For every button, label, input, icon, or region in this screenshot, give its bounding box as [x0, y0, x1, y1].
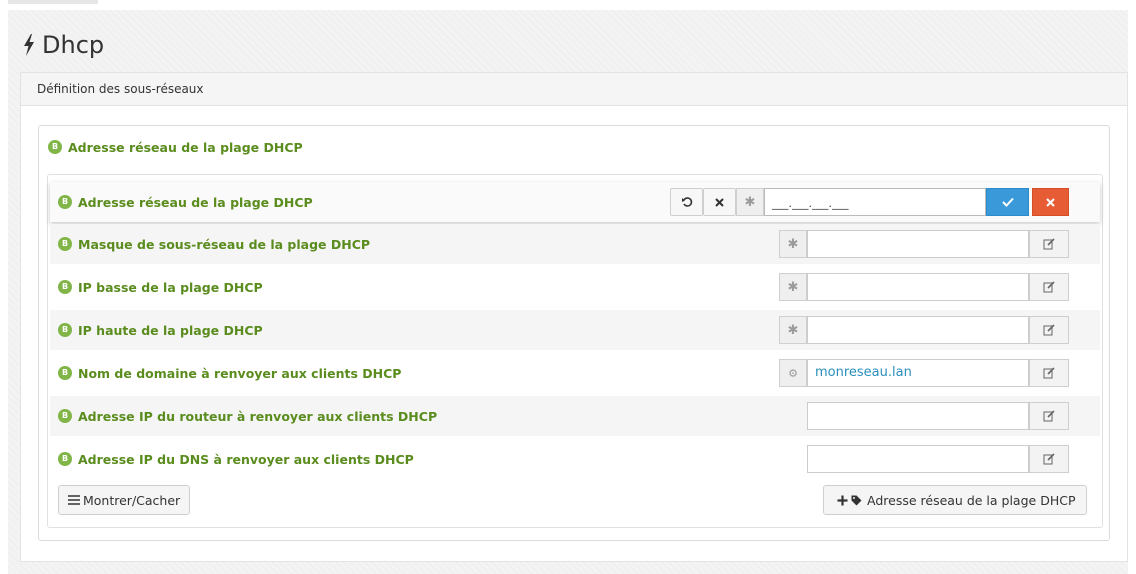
section-title-text: Adresse réseau de la plage DHCP [68, 139, 303, 155]
row-dns-ip: B Adresse IP du DNS à renvoyer aux clien… [50, 439, 1100, 479]
row-label-text: Nom de domaine à renvoyer aux clients DH… [78, 365, 402, 381]
basic-mode-badge: B [48, 140, 62, 154]
section-title: B Adresse réseau de la plage DHCP [48, 137, 303, 157]
add-subnet-button[interactable]: Adresse réseau de la plage DHCP [823, 485, 1087, 515]
edit-icon [1043, 410, 1055, 422]
gears-icon: ⚙ [779, 359, 807, 387]
row-subnet-mask: B Masque de sous-réseau de la plage DHCP… [50, 224, 1100, 264]
row-router-ip: B Adresse IP du routeur à renvoyer aux c… [50, 396, 1100, 436]
page-title-text: Dhcp [42, 31, 105, 59]
row-label: B Adresse IP du routeur à renvoyer aux c… [58, 406, 437, 426]
subnet-entry: B Adresse réseau de la plage DHCP ✱ ___.… [47, 174, 1103, 528]
edit-icon [1043, 453, 1055, 465]
basic-mode-badge: B [58, 195, 72, 209]
row-label: B Adresse IP du DNS à renvoyer aux clien… [58, 449, 414, 469]
plus-icon [837, 495, 848, 505]
basic-mode-badge: B [58, 452, 72, 466]
edit-icon [1043, 367, 1055, 379]
edit-button[interactable] [1029, 402, 1069, 430]
domain-name-input[interactable]: monreseau.lan [807, 359, 1029, 387]
tag-icon [851, 495, 862, 505]
basic-mode-badge: B [58, 409, 72, 423]
show-hide-button[interactable]: Montrer/Cacher [58, 485, 190, 515]
row-domain-name: B Nom de domaine à renvoyer aux clients … [50, 353, 1100, 393]
required-icon: ✱ [779, 316, 807, 344]
close-icon [715, 197, 724, 207]
row-label: B IP basse de la plage DHCP [58, 277, 263, 297]
check-icon [1001, 197, 1014, 207]
edit-button[interactable] [1029, 273, 1069, 301]
basic-mode-badge: B [58, 323, 72, 337]
cancel-button[interactable] [1032, 188, 1069, 216]
confirm-button[interactable] [986, 188, 1029, 216]
row-label-text: IP haute de la plage DHCP [78, 322, 263, 338]
subnet-mask-input[interactable] [807, 230, 1029, 258]
edit-icon [1043, 238, 1055, 250]
high-ip-input[interactable] [807, 316, 1029, 344]
row-label-text: Adresse IP du DNS à renvoyer aux clients… [78, 451, 414, 467]
required-icon: ✱ [779, 273, 807, 301]
show-hide-label: Montrer/Cacher [83, 492, 181, 508]
menu-icon [68, 495, 80, 505]
edit-icon [1043, 281, 1055, 293]
basic-mode-badge: B [58, 280, 72, 294]
undo-button[interactable] [670, 188, 703, 216]
subnet-section: B Adresse réseau de la plage DHCP B Adre… [38, 125, 1110, 541]
add-subnet-label: Adresse réseau de la plage DHCP [867, 492, 1076, 508]
row-label: B Masque de sous-réseau de la plage DHCP [58, 234, 370, 254]
edit-button[interactable] [1029, 230, 1069, 258]
required-icon: ✱ [779, 230, 807, 258]
row-label-text: IP basse de la plage DHCP [78, 279, 263, 295]
top-tab-edge [8, 0, 98, 4]
page-title: Dhcp [22, 28, 104, 62]
row-label: B Nom de domaine à renvoyer aux clients … [58, 363, 401, 383]
panel-heading: Définition des sous-réseaux [21, 73, 1127, 106]
basic-mode-badge: B [58, 366, 72, 380]
edit-button[interactable] [1029, 359, 1069, 387]
required-icon: ✱ [736, 188, 764, 216]
undo-icon [681, 197, 692, 207]
row-network-address: B Adresse réseau de la plage DHCP ✱ ___.… [50, 182, 1100, 222]
row-label-text: Masque de sous-réseau de la plage DHCP [78, 236, 371, 252]
row-low-ip: B IP basse de la plage DHCP ✱ [50, 267, 1100, 307]
subnet-definition-panel: Définition des sous-réseaux B Adresse ré… [20, 72, 1128, 562]
row-label: B IP haute de la plage DHCP [58, 320, 263, 340]
clear-button[interactable] [703, 188, 736, 216]
dns-ip-input[interactable] [807, 445, 1029, 473]
edit-button[interactable] [1029, 316, 1069, 344]
basic-mode-badge: B [58, 237, 72, 251]
low-ip-input[interactable] [807, 273, 1029, 301]
edit-button[interactable] [1029, 445, 1069, 473]
bolt-icon [24, 34, 34, 56]
network-address-input[interactable]: ___.___.___.___ [764, 188, 986, 216]
row-label-text: Adresse réseau de la plage DHCP [78, 194, 313, 210]
row-high-ip: B IP haute de la plage DHCP ✱ [50, 310, 1100, 350]
row-label: B Adresse réseau de la plage DHCP [58, 192, 313, 212]
row-label-text: Adresse IP du routeur à renvoyer aux cli… [78, 408, 438, 424]
edit-icon [1043, 324, 1055, 336]
router-ip-input[interactable] [807, 402, 1029, 430]
close-icon [1046, 197, 1055, 207]
